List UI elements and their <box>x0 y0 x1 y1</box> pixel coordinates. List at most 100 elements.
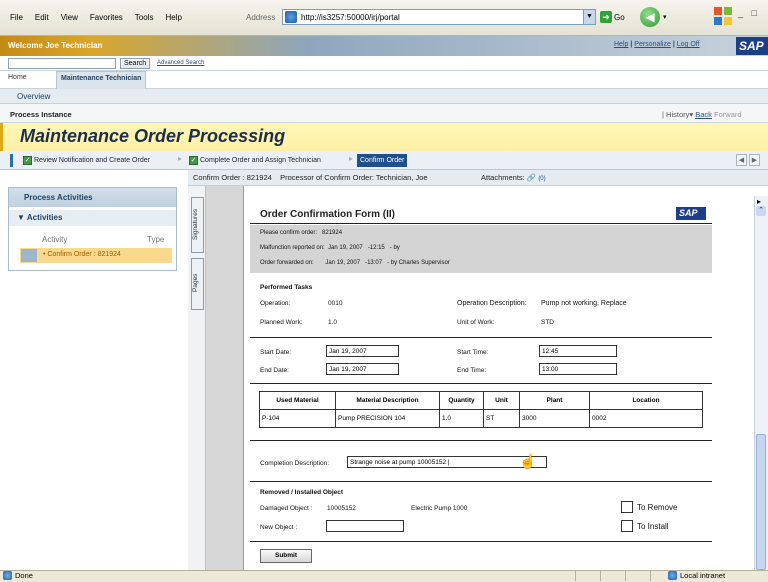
back-dropdown-icon[interactable]: ▾ <box>663 13 667 21</box>
damaged-object-label: Damaged Object : <box>260 505 313 512</box>
new-object-field[interactable] <box>326 520 404 532</box>
document-gutter <box>206 186 244 570</box>
op-description-value: Pump not working, Replace <box>541 300 627 307</box>
advanced-search-link[interactable]: Advanced Search <box>157 60 204 66</box>
zone-text: Local intranet <box>680 571 726 580</box>
cell-plant[interactable]: 3000 <box>519 409 590 428</box>
start-date-field[interactable]: Jan 19, 2007 <box>326 345 399 357</box>
roadmap-scroll: ◀ ▶ <box>736 154 762 166</box>
completion-description-field[interactable]: Strange noise at pump 10005152 | <box>347 456 547 468</box>
tab-overview[interactable]: Overview <box>17 92 50 101</box>
menu-favorites[interactable]: Favorites <box>90 13 123 22</box>
malfunction-label: Malfunction reported on: <box>260 245 325 251</box>
col-used-material: Used Material <box>259 391 336 410</box>
step-separator-icon: ▸ <box>349 154 354 163</box>
end-date-field[interactable]: Jan 19, 2007 <box>326 363 399 375</box>
scroll-left-icon[interactable]: ◀ <box>736 154 747 166</box>
windows-logo-icon <box>714 7 732 25</box>
step-confirm-order[interactable]: Confirm Order <box>357 154 408 167</box>
back-link[interactable]: Back <box>695 110 712 119</box>
personalize-link[interactable]: Personalize <box>634 41 671 48</box>
new-object-label: New Object : <box>260 524 298 531</box>
step-review-notification[interactable]: ✓ Review Notification and Create Order <box>20 154 153 167</box>
search-button[interactable]: Search <box>120 58 151 69</box>
start-time-label: Start Time: <box>457 349 489 356</box>
history-link[interactable]: History <box>666 110 689 119</box>
status-divider <box>650 571 651 581</box>
to-remove-checkbox[interactable] <box>621 501 633 513</box>
malfunction-value: Jan 19, 2007 -12:15 - by <box>328 245 400 251</box>
end-time-field[interactable]: 13:00 <box>539 363 617 375</box>
process-activities-header: Process Activities <box>9 188 176 207</box>
step-complete-order[interactable]: ✓ Complete Order and Assign Technician <box>186 154 324 167</box>
cell-material-description[interactable]: Pump PRECISION 104 <box>335 409 440 428</box>
completion-description-label: Completion Description: <box>260 460 330 467</box>
process-instance-label: Process Instance <box>10 110 72 119</box>
start-time-field[interactable]: 12:45 <box>539 345 617 357</box>
status-text: Done <box>15 571 33 580</box>
cell-location[interactable]: 0002 <box>589 409 703 428</box>
search-input[interactable] <box>8 58 116 69</box>
expand-arrow-icon[interactable]: ▸ <box>757 197 761 206</box>
col-plant: Plant <box>519 391 590 410</box>
forwarded-line: Order forwarded on: Jan 19, 2007 -13:07 … <box>260 260 450 266</box>
tab-home[interactable]: Home <box>8 74 27 81</box>
activity-column-header: Activity <box>42 235 68 244</box>
forward-link[interactable]: Forward <box>714 110 742 119</box>
header-links: Help | Personalize | Log Off <box>614 41 700 48</box>
checkmark-icon: ✓ <box>23 156 32 165</box>
menu-tools[interactable]: Tools <box>135 13 154 22</box>
confirm-order-label: Please confirm order: <box>260 230 318 236</box>
chevron-down-icon[interactable]: ▼ <box>583 10 595 24</box>
activities-title: Activities <box>26 213 63 222</box>
help-link[interactable]: Help <box>614 41 628 48</box>
address-bar[interactable]: http://is3257:50000/irj/portal ▼ <box>282 9 596 25</box>
attachment-count[interactable]: (0) <box>538 176 545 182</box>
col-material-description: Material Description <box>335 391 440 410</box>
col-quantity: Quantity <box>439 391 484 410</box>
status-divider <box>600 571 601 581</box>
logoff-link[interactable]: Log Off <box>677 41 700 48</box>
cell-used-material[interactable]: P-104 <box>259 409 336 428</box>
go-label: Go <box>614 12 625 22</box>
row-selector[interactable] <box>21 249 37 262</box>
page-icon <box>3 571 12 580</box>
form-title: Order Confirmation Form (II) <box>260 209 395 220</box>
activity-item[interactable]: • Confirm Order : 821924 <box>43 251 121 258</box>
menu-view[interactable]: View <box>61 13 78 22</box>
tab-signatures[interactable]: Signatures <box>191 197 204 253</box>
menu-file[interactable]: File <box>10 13 23 22</box>
scroll-right-icon[interactable]: ▶ <box>749 154 760 166</box>
scroll-thumb[interactable] <box>756 434 766 570</box>
detail-navigation <box>0 89 768 104</box>
back-arrow-icon[interactable]: ◀ <box>640 7 660 27</box>
activities-header[interactable]: ▼ Activities <box>9 210 176 226</box>
divider <box>250 541 712 542</box>
end-date-label: End Date: <box>260 367 289 374</box>
page-icon <box>285 11 297 23</box>
cell-unit[interactable]: ST <box>483 409 520 428</box>
intranet-icon <box>668 571 677 580</box>
status-done: Done <box>3 571 33 580</box>
confirm-order-value: 821924 <box>322 230 343 236</box>
malfunction-line: Malfunction reported on: Jan 19, 2007 -1… <box>260 245 400 251</box>
paperclip-icon[interactable]: 🔗 <box>527 173 536 182</box>
window-controls[interactable]: _ □ <box>738 8 760 18</box>
menu-edit[interactable]: Edit <box>35 13 49 22</box>
to-install-label: To Install <box>637 522 669 531</box>
address-url[interactable]: http://is3257:50000/irj/portal <box>301 13 400 22</box>
tab-pages[interactable]: Pages <box>191 258 204 310</box>
end-time-label: End Time: <box>457 367 487 374</box>
tab-maintenance-technician[interactable]: Maintenance Technician <box>56 71 147 89</box>
title-accent <box>0 123 3 151</box>
collapse-triangle-icon: ▼ <box>17 213 27 222</box>
go-button[interactable]: ➜ Go <box>600 9 628 25</box>
cell-quantity[interactable]: 1.0 <box>439 409 484 428</box>
scroll-up-icon[interactable]: ⌃ <box>756 206 766 216</box>
attachments[interactable]: Attachments: 🔗 (0) <box>481 173 546 182</box>
operation-label: Operation: <box>260 300 291 307</box>
to-remove-label: To Remove <box>637 503 678 512</box>
menu-help[interactable]: Help <box>165 13 181 22</box>
to-install-checkbox[interactable] <box>621 520 633 532</box>
submit-button[interactable]: Submit <box>260 549 312 563</box>
